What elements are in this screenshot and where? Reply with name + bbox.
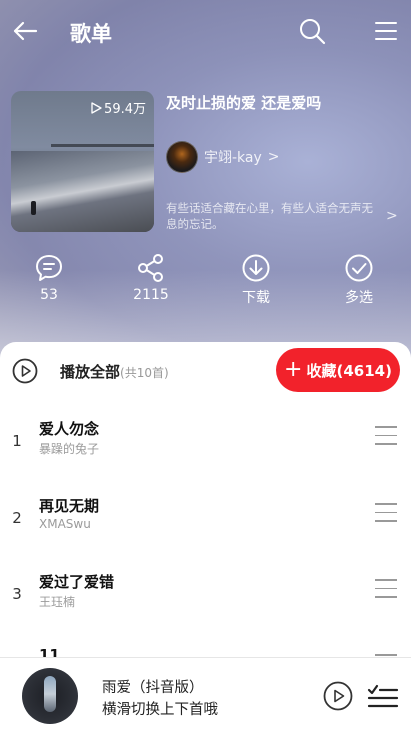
song-index: 2: [12, 509, 22, 527]
song-artist: 暴躁的兔子: [39, 442, 100, 456]
playlist-icon[interactable]: [367, 684, 399, 710]
creator-info[interactable]: 宇翊-kay >: [166, 140, 280, 174]
play-circle-icon[interactable]: [323, 681, 353, 711]
song-index: 1: [12, 432, 22, 450]
multiselect-button[interactable]: 多选: [324, 253, 394, 307]
comment-count: 53: [40, 287, 58, 303]
playlist-cover[interactable]: 59.4万: [11, 91, 154, 232]
now-playing-hint: 横滑切换上下首哦: [102, 702, 218, 718]
download-label: 下载: [242, 290, 270, 306]
comment-bubble-icon: [36, 255, 62, 281]
cover-sea-art: [11, 151, 154, 232]
play-circle-icon[interactable]: [12, 358, 38, 384]
cover-pier-art: [51, 144, 154, 147]
song-count: (共10首): [120, 366, 169, 380]
song-menu-icon[interactable]: [375, 426, 397, 446]
song-menu-icon[interactable]: [375, 579, 397, 599]
mini-player[interactable]: 雨爱（抖音版） 横滑切换上下首哦: [0, 657, 411, 732]
now-playing-title: 雨爱（抖音版）: [102, 680, 204, 696]
play-count: 59.4万: [91, 98, 146, 117]
share-button[interactable]: 2115: [116, 253, 186, 303]
song-artist: XMASwu: [39, 517, 91, 531]
play-count-value: 59.4万: [104, 102, 146, 117]
song-name: 再见无期: [39, 497, 100, 515]
page-title: 歌单: [70, 22, 112, 46]
playlist-title: 及时止损的爱 还是爱吗: [166, 94, 322, 112]
check-circle-icon: [345, 254, 373, 282]
song-row[interactable]: 2 再见无期 XMASwu: [0, 493, 411, 553]
play-all-label[interactable]: 播放全部(共10首): [60, 361, 169, 382]
play-all-text: 播放全部: [60, 363, 121, 381]
chevron-right-icon: >: [386, 208, 398, 224]
plus-icon: +: [284, 356, 303, 382]
multiselect-label: 多选: [345, 290, 373, 306]
song-row[interactable]: 1 爱人勿念 暴躁的兔子: [0, 416, 411, 476]
playlist-description[interactable]: 有些话适合藏在心里，有些人适合无声无息的忘记。: [166, 200, 381, 232]
creator-avatar[interactable]: [166, 141, 198, 173]
collect-label: 收藏(4614): [306, 361, 392, 380]
song-row[interactable]: 3 爱过了爱错 王珏楠: [0, 569, 411, 629]
song-menu-icon[interactable]: [375, 503, 397, 523]
collect-button[interactable]: + 收藏(4614): [276, 348, 400, 392]
search-icon[interactable]: [298, 17, 326, 45]
comment-button[interactable]: 53: [14, 253, 84, 303]
creator-name[interactable]: 宇翊-kay: [204, 147, 262, 167]
top-bar: 歌单: [0, 0, 411, 62]
now-playing-cover[interactable]: [22, 668, 78, 724]
song-name: 爱过了爱错: [39, 573, 115, 591]
cover-person-art: [31, 201, 36, 215]
song-artist: 王珏楠: [39, 595, 76, 609]
hamburger-menu-icon[interactable]: [374, 19, 398, 43]
song-name: 爱人勿念: [39, 420, 100, 438]
back-arrow-icon[interactable]: [12, 18, 38, 44]
play-triangle-icon: [91, 101, 102, 114]
share-icon: [138, 254, 163, 282]
download-icon: [242, 254, 270, 282]
action-bar: 53 2115 下载 多选: [0, 253, 411, 313]
download-button[interactable]: 下载: [221, 253, 291, 307]
chevron-right-icon: >: [267, 149, 280, 165]
playlist-header-background: 歌单 59.4万 及时止损的爱 还是爱吗 宇翊-kay > 有些话适合藏在心里，…: [0, 0, 411, 360]
share-count: 2115: [133, 287, 169, 303]
play-all-row[interactable]: 播放全部(共10首) + 收藏(4614): [0, 342, 411, 400]
song-index: 3: [12, 585, 22, 603]
